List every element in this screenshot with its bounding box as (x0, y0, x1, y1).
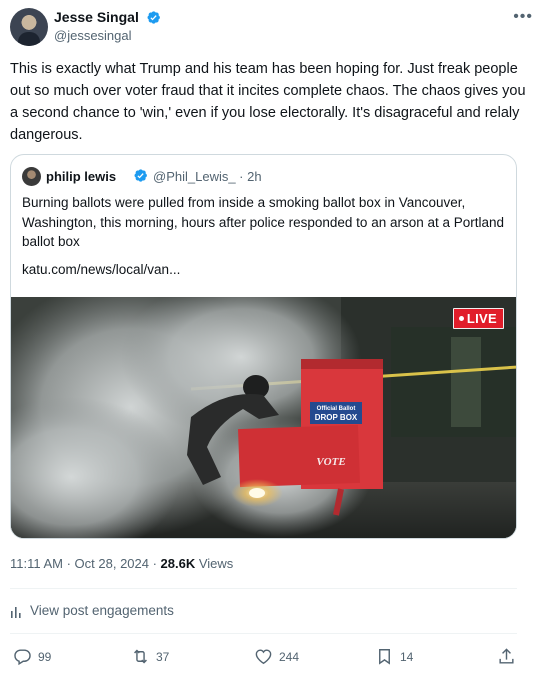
verified-badge-icon (147, 11, 160, 24)
author-avatar[interactable] (10, 8, 48, 46)
views-count: 28.6K (160, 556, 196, 571)
like-button[interactable]: 244 (254, 646, 324, 668)
bookmark-button[interactable]: 14 (375, 646, 435, 668)
divider (10, 633, 517, 634)
quoted-tweet-media[interactable]: Official Ballot DROP BOX VOTE LIVE (11, 297, 516, 538)
tweet-meta: 11:11 AM · Oct 28, 2024 · 28.6K Views (10, 556, 233, 571)
ballot-box-label-2: DROP BOX (315, 413, 358, 422)
views-label: Views (195, 556, 234, 571)
quoted-tweet-text: Burning ballots were pulled from inside … (22, 195, 505, 249)
reply-icon (14, 649, 31, 666)
quoted-author-handle-time[interactable]: @Phil_Lewis_ · 2h (153, 169, 262, 184)
live-label: LIVE (466, 311, 497, 326)
bookmark-count: 14 (400, 650, 414, 664)
tweet-author-header: Jesse Singal @jessesingal ••• (10, 8, 537, 48)
repost-count: 37 (156, 650, 170, 664)
repost-icon (134, 649, 147, 664)
repost-button[interactable]: 37 (131, 646, 191, 668)
quoted-author-name[interactable]: philip lewis (46, 169, 116, 184)
reply-count: 99 (38, 650, 52, 664)
ballot-box-label-1: Official Ballot (317, 406, 356, 412)
quoted-tweet-header: philip lewis @Phil_Lewis_ · 2h (22, 166, 502, 188)
tweet-action-bar: 99 37 244 14 (10, 646, 520, 668)
like-count: 244 (279, 650, 300, 664)
reply-button[interactable]: 99 (13, 646, 73, 668)
author-handle[interactable]: @jessesingal (54, 28, 132, 43)
analytics-icon (11, 607, 21, 618)
quoted-tweet-card[interactable]: philip lewis @Phil_Lewis_ · 2h Burning b… (10, 154, 517, 539)
like-icon (255, 649, 272, 665)
engagements-label[interactable]: View post engagements (30, 603, 174, 618)
ballot-box-label-3: VOTE (316, 456, 345, 468)
divider (10, 588, 517, 589)
author-name[interactable]: Jesse Singal (54, 9, 161, 25)
tweet-timestamp[interactable]: 11:11 AM · Oct 28, 2024 · (10, 556, 161, 571)
quoted-author-avatar[interactable] (22, 167, 41, 186)
tweet-text: This is exactly what Trump and his team … (10, 61, 526, 143)
live-badge: LIVE (452, 308, 504, 329)
quoted-tweet-link[interactable]: katu.com/news/local/van... (22, 262, 180, 277)
bookmark-icon (379, 649, 390, 665)
share-button[interactable] (497, 646, 519, 668)
verified-badge-icon (134, 169, 147, 182)
news-photo-ballot-box-fire: Official Ballot DROP BOX VOTE (11, 297, 516, 538)
view-engagements-link[interactable]: View post engagements (10, 603, 310, 621)
author-name-text[interactable]: Jesse Singal (54, 9, 139, 25)
share-icon (499, 648, 514, 664)
more-icon[interactable]: ••• (513, 8, 533, 26)
